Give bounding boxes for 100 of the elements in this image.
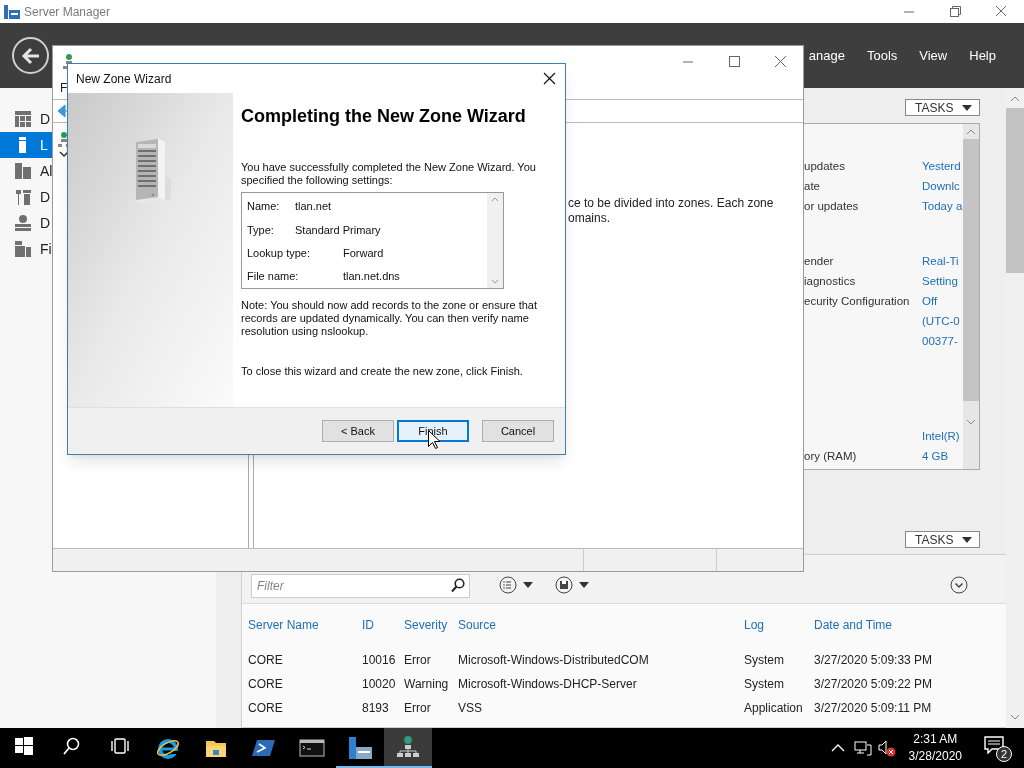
servers-icon: [15, 163, 31, 179]
column-header[interactable]: Date and Time: [814, 615, 964, 634]
property-link[interactable]: Downlc: [922, 178, 960, 196]
setting-label: Lookup type:: [247, 245, 311, 261]
column-header[interactable]: Severity: [404, 615, 458, 634]
clock-time[interactable]: 2:31 AM: [913, 731, 958, 748]
network-tree-icon: [397, 736, 419, 760]
table-cell-text: CORE: [248, 652, 284, 669]
network-server-icon: [15, 215, 31, 231]
property-link[interactable]: 4 GB: [922, 448, 949, 466]
server-toolbox-icon: [347, 736, 373, 760]
table-cell-text: 10016: [362, 652, 397, 669]
table-cell-text: Error: [404, 700, 432, 717]
taskbar-button[interactable]: [384, 728, 432, 768]
table-cell-text: 10020: [362, 676, 397, 693]
clock-date[interactable]: 3/28/2020: [908, 748, 962, 765]
caret-icon: [579, 582, 589, 588]
chevron-up-icon[interactable]: [830, 743, 845, 753]
up-chevron-icon: [1010, 96, 1020, 102]
setting-label: File name:: [247, 269, 300, 285]
property-link[interactable]: Real-Ti: [922, 253, 959, 271]
caret-icon: [962, 104, 972, 111]
up-chevron-icon: [966, 129, 976, 135]
table-cell-text: System: [744, 652, 785, 669]
tools-icon: [15, 189, 31, 205]
down-chevron-icon: [966, 419, 976, 425]
table-cell-text: Microsoft-Windows-DistributedCOM: [458, 652, 650, 669]
column-header[interactable]: Server Name: [248, 615, 362, 634]
setting-label: Name:: [247, 199, 281, 215]
filter-field[interactable]: Filter: [251, 574, 470, 598]
property-link[interactable]: Setting: [922, 273, 958, 291]
setting-value: Standard Primary: [295, 222, 381, 238]
property-label: ate: [804, 179, 821, 195]
description-text: ce to be divided into zones. Each zone: [568, 196, 774, 211]
column-header[interactable]: ID: [362, 615, 404, 634]
table-cell-text: 3/27/2020 5:09:22 PM: [814, 676, 934, 693]
dialog-button[interactable]: Cancel: [482, 420, 554, 442]
grid-icon: [15, 111, 31, 127]
description-text: omains.: [568, 211, 611, 226]
caret-icon: [962, 536, 972, 543]
property-label: updates: [804, 159, 846, 175]
scrollbar-thumb[interactable]: [1006, 108, 1024, 273]
back-arrow-icon: [20, 46, 41, 65]
property-link[interactable]: Off: [922, 293, 938, 311]
search-icon[interactable]: [451, 578, 465, 592]
window-title: Server Manager: [24, 3, 111, 21]
setting-value: tlan.net.dns: [343, 269, 400, 285]
table-cell-text: Warning: [404, 676, 450, 693]
dialog-title: New Zone Wizard: [76, 70, 172, 88]
property-label: ecurity Configuration: [804, 294, 911, 310]
volume-muted-icon[interactable]: [876, 739, 897, 757]
property-link[interactable]: (UTC-0: [922, 313, 960, 331]
dialog-button[interactable]: < Back: [322, 420, 394, 442]
tasks-button[interactable]: TASKS: [905, 531, 980, 548]
scrollbar-thumb[interactable]: [963, 139, 979, 401]
property-label: ory (RAM): [804, 449, 858, 465]
back-button[interactable]: [12, 37, 49, 74]
setting-label: Type:: [247, 222, 275, 238]
column-header[interactable]: Source: [458, 615, 744, 634]
property-label: or updates: [804, 199, 860, 215]
notification-badge: 2: [996, 746, 1012, 762]
setting-value: Forward: [343, 245, 384, 261]
menu-item[interactable]: Tools: [866, 45, 898, 66]
property-link[interactable]: 00377-: [922, 333, 958, 351]
property-label: ender: [804, 254, 835, 270]
scrollbar[interactable]: [963, 124, 979, 469]
instruction-text: To close this wizard and create the new zone, click Finish.: [241, 365, 524, 378]
menu-item[interactable]: F: [60, 79, 68, 97]
up-chevron-icon: [491, 197, 499, 202]
table-cell-text: 8193: [362, 700, 390, 717]
setting-value: tlan.net: [295, 199, 332, 215]
scrollbar[interactable]: [487, 193, 503, 288]
menu-item[interactable]: View: [919, 45, 948, 66]
wizard-heading: Completing the New Zone Wizard: [241, 105, 527, 128]
save-icon: [555, 576, 573, 594]
table-cell-text: CORE: [248, 700, 284, 717]
save-button[interactable]: [555, 576, 589, 594]
menu-item[interactable]: anage: [808, 45, 845, 66]
expand-icon[interactable]: [950, 576, 968, 594]
property-link[interactable]: Today a: [922, 198, 963, 216]
note-text: Note: You should now add records to the zone or ensure that records are updated dynamically. You can then verify name resolution using nslookup.: [241, 299, 538, 338]
property-link[interactable]: Intel(R): [922, 428, 960, 446]
server-manager-icon: [4, 4, 20, 19]
chevron-down-icon[interactable]: [59, 150, 69, 158]
table-cell-text: System: [744, 676, 785, 693]
table-cell-text: 3/27/2020 5:09:11 PM: [814, 700, 933, 717]
browser-e-icon: [156, 736, 180, 760]
table-cell-text: Error: [404, 652, 432, 669]
menu-item[interactable]: Help: [969, 45, 996, 66]
scrollbar[interactable]: [1006, 88, 1024, 728]
network-icon[interactable]: [853, 740, 872, 756]
list-options-icon: [499, 576, 517, 594]
table-cell-text: CORE: [248, 676, 284, 693]
table-cell-text: Microsoft-Windows-DHCP-Server: [458, 676, 638, 693]
list-options-button[interactable]: [499, 576, 533, 594]
property-link[interactable]: Yesterd: [922, 158, 961, 176]
tasks-button[interactable]: TASKS: [905, 99, 980, 116]
column-header[interactable]: Log: [744, 615, 814, 634]
intro-text: You have successfully completed the New Zone Wizard. You specified the following settings:: [241, 161, 537, 187]
network-tree-icon: [58, 132, 70, 148]
